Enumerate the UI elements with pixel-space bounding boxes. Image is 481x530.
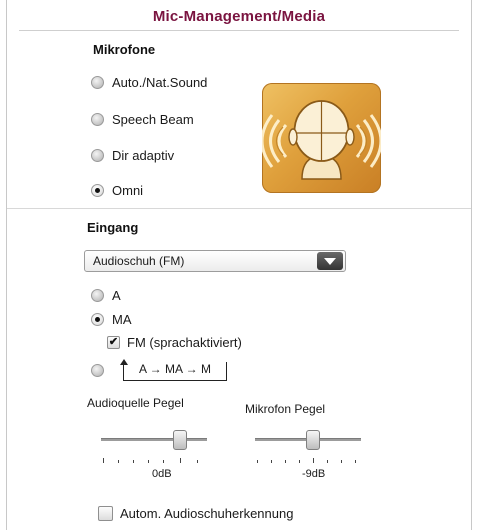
- title-divider: [19, 30, 459, 31]
- mic-option-label: Omni: [112, 183, 144, 198]
- fm-checkbox-row[interactable]: ✔ FM (sprachaktiviert): [107, 335, 242, 350]
- mikrofone-heading: Mikrofone: [93, 42, 156, 57]
- arrow-up-icon: [120, 359, 128, 365]
- mic-management-panel: Mic-Management/Media Mikrofone Auto./Nat…: [6, 0, 472, 530]
- audio-source-select-value: Audioschuh (FM): [93, 254, 185, 268]
- radio-ma[interactable]: [91, 313, 104, 326]
- fm-checkbox-label: FM (sprachaktiviert): [127, 335, 242, 350]
- microphone-level-label: Mikrofon Pegel: [245, 402, 326, 416]
- slider-tick: [197, 460, 198, 463]
- routing-diagram: A → MA → M: [120, 359, 227, 381]
- mic-option-omni[interactable]: Omni: [91, 183, 143, 198]
- slider-tick: [103, 458, 104, 463]
- fm-checkbox[interactable]: ✔: [107, 336, 120, 349]
- slider-tick: [163, 460, 164, 463]
- head-sound-waves-icon: [260, 100, 383, 180]
- auto-detect-row[interactable]: Autom. Audioschuherkennung: [98, 506, 293, 521]
- radio-a[interactable]: [91, 289, 104, 302]
- mic-option-speech-beam[interactable]: Speech Beam: [91, 112, 194, 127]
- input-option-label: A: [112, 288, 121, 303]
- input-option-route[interactable]: [91, 364, 112, 377]
- mic-option-label: Speech Beam: [112, 112, 194, 127]
- audio-source-level-value: 0dB: [152, 468, 172, 480]
- page-title: Mic-Management/Media: [152, 8, 326, 25]
- audio-source-slider-track[interactable]: [101, 438, 207, 441]
- radio-dir-adaptiv[interactable]: [91, 149, 104, 162]
- radio-omni[interactable]: [91, 184, 104, 197]
- input-option-label: MA: [112, 312, 132, 327]
- slider-tick: [327, 460, 328, 463]
- slider-tick: [313, 458, 314, 463]
- radio-route[interactable]: [91, 364, 104, 377]
- input-option-a[interactable]: A: [91, 288, 121, 303]
- route-label: A → MA → M: [124, 362, 226, 376]
- slider-tick: [299, 460, 300, 463]
- mic-option-label: Dir adaptiv: [112, 148, 175, 163]
- microphone-slider-thumb[interactable]: [306, 430, 320, 450]
- mic-option-auto[interactable]: Auto./Nat.Sound: [91, 75, 207, 90]
- auto-detect-label: Autom. Audioschuherkennung: [120, 506, 294, 521]
- radio-speech-beam[interactable]: [91, 113, 104, 126]
- slider-tick: [355, 460, 356, 463]
- slider-tick: [285, 460, 286, 463]
- mic-option-dir-adaptiv[interactable]: Dir adaptiv: [91, 148, 174, 163]
- input-option-ma[interactable]: MA: [91, 312, 132, 327]
- omni-microphone-icon: [260, 83, 383, 193]
- chevron-down-icon[interactable]: [317, 252, 343, 270]
- eingang-heading: Eingang: [87, 220, 139, 235]
- audio-source-slider-thumb[interactable]: [173, 430, 187, 450]
- slider-tick: [118, 460, 119, 463]
- slider-tick: [341, 460, 342, 463]
- mic-option-label: Auto./Nat.Sound: [112, 75, 208, 90]
- slider-tick: [133, 460, 134, 463]
- audio-source-select[interactable]: Audioschuh (FM): [84, 250, 346, 272]
- audio-source-level-label: Audioquelle Pegel: [87, 396, 184, 410]
- slider-tick: [180, 458, 181, 463]
- section-divider: [7, 208, 471, 209]
- radio-auto[interactable]: [91, 76, 104, 89]
- slider-tick: [148, 460, 149, 463]
- auto-detect-checkbox[interactable]: [98, 506, 113, 521]
- slider-tick: [271, 460, 272, 463]
- slider-tick: [257, 460, 258, 463]
- microphone-level-value: -9dB: [302, 468, 326, 480]
